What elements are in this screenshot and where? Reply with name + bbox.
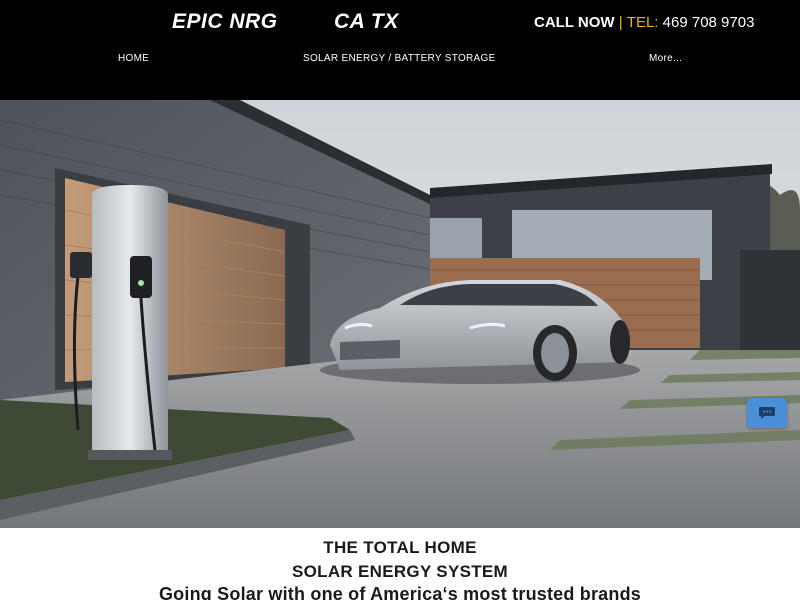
headline-line-3: Going Solar with one of America‘s most t…: [158, 584, 641, 600]
call-now-line[interactable]: CALL NOW | TEL: 469 708 9703: [534, 14, 754, 31]
tel-label: TEL:: [626, 14, 659, 31]
brand-states: CA TX: [334, 10, 399, 33]
hero-illustration: [0, 100, 800, 528]
hero-headline: THE TOTAL HOME SOLAR ENERGY SYSTEM Going…: [0, 528, 800, 600]
nav-solar-battery[interactable]: SOLAR ENERGY / BATTERY STORAGE: [303, 53, 496, 64]
headline-line-1: THE TOTAL HOME: [323, 538, 477, 557]
hero-image: [0, 100, 800, 528]
call-separator: |: [618, 14, 623, 31]
site-header: EPIC NRG CA TX CALL NOW | TEL: 469 708 9…: [0, 0, 800, 100]
chat-bubble-icon: [758, 405, 776, 421]
call-now-label: CALL NOW: [534, 14, 615, 31]
headline-line-2: SOLAR ENERGY SYSTEM: [291, 562, 509, 581]
chat-button[interactable]: [747, 398, 787, 428]
page: EPIC NRG CA TX CALL NOW | TEL: 469 708 9…: [0, 0, 800, 600]
tel-number[interactable]: 469 708 9703: [663, 14, 755, 31]
nav-home[interactable]: HOME: [118, 53, 149, 64]
nav-more[interactable]: More...: [649, 53, 682, 64]
brand-name[interactable]: EPIC NRG: [172, 10, 278, 34]
